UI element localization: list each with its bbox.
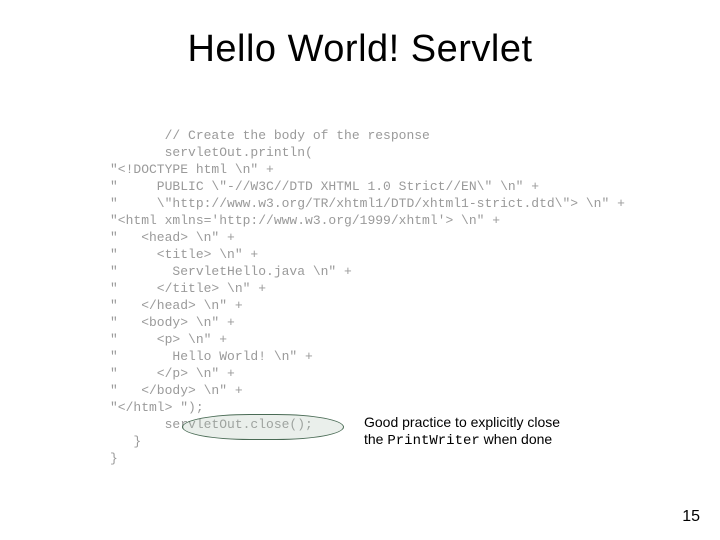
code-line: " <head> \n" +	[110, 230, 235, 245]
code-line: " </p> \n" +	[110, 366, 235, 381]
callout-mono: PrintWriter	[387, 433, 479, 449]
code-line: " Hello World! \n" +	[110, 349, 313, 364]
code-line: " <title> \n" +	[110, 247, 258, 262]
code-line: }	[110, 434, 141, 449]
code-line: " ServletHello.java \n" +	[110, 264, 352, 279]
slide: Hello World! Servlet // Create the body …	[0, 0, 720, 540]
slide-title: Hello World! Servlet	[0, 28, 720, 71]
code-line: // Create the body of the response	[110, 128, 430, 143]
code-line: " </title> \n" +	[110, 281, 266, 296]
code-line: " \"http://www.w3.org/TR/xhtml1/DTD/xhtm…	[110, 196, 625, 211]
code-line: " <body> \n" +	[110, 315, 235, 330]
code-line: " </head> \n" +	[110, 298, 243, 313]
code-line: " </body> \n" +	[110, 383, 243, 398]
callout-line2-post: when done	[480, 431, 552, 447]
code-line: servletOut.println(	[110, 145, 313, 160]
callout-oval	[182, 414, 344, 440]
page-number: 15	[682, 508, 700, 526]
code-line: "</html> ");	[110, 400, 204, 415]
code-line: "<html xmlns='http://www.w3.org/1999/xht…	[110, 213, 500, 228]
code-line: " PUBLIC \"-//W3C//DTD XHTML 1.0 Strict/…	[110, 179, 539, 194]
code-line: }	[110, 451, 118, 466]
callout-text: Good practice to explicitly close the Pr…	[364, 414, 624, 450]
code-line: "<!DOCTYPE html \n" +	[110, 162, 274, 177]
code-line: " <p> \n" +	[110, 332, 227, 347]
callout-line2-pre: the	[364, 431, 387, 447]
callout-line1: Good practice to explicitly close	[364, 414, 560, 430]
